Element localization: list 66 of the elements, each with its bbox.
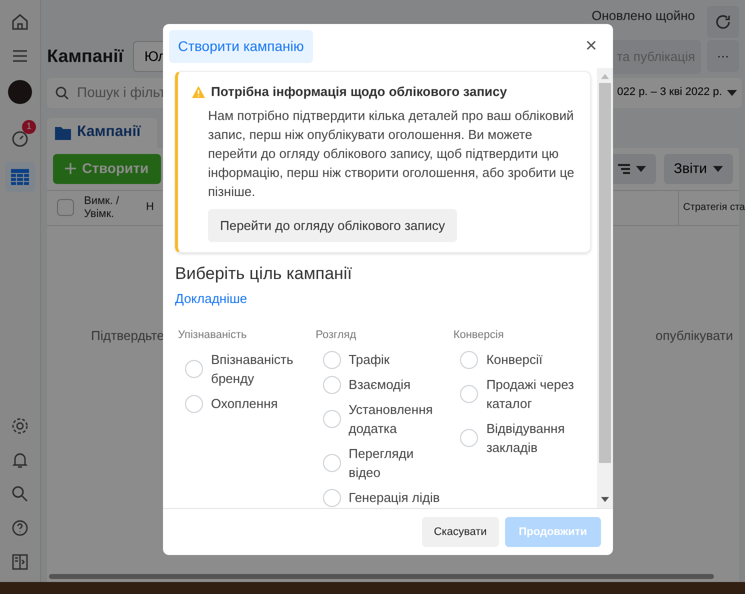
empty-state-text: Підтвердьте	[91, 326, 164, 345]
dialog-tab[interactable]: Створити кампанію	[169, 30, 313, 62]
plus-icon	[65, 163, 76, 174]
option-label: Продажі через каталог	[486, 376, 575, 413]
caret-icon	[713, 166, 723, 172]
column-header[interactable]: Вимк. / Увімк.	[84, 194, 146, 220]
select-all-checkbox[interactable]	[57, 199, 74, 216]
search-icon[interactable]	[10, 484, 30, 504]
refresh-button[interactable]	[707, 6, 739, 38]
option-label: Трафік	[348, 351, 390, 369]
learn-more-link[interactable]: Докладніше	[175, 290, 248, 306]
columns-icon	[618, 164, 630, 174]
option-label: Відвідування закладів	[486, 420, 566, 457]
page-title: Кампанії	[47, 45, 124, 68]
alert-title: Потрібна інформація щодо облікового запису	[211, 83, 508, 101]
option-label: Перегляди відео	[348, 445, 415, 482]
radio-button[interactable]	[322, 350, 341, 368]
home-icon[interactable]	[10, 12, 30, 32]
option-label: Установлення додатка	[348, 401, 434, 438]
avatar[interactable]	[8, 80, 32, 104]
radio-button[interactable]	[322, 410, 341, 428]
horizontal-scrollbar[interactable]	[49, 574, 714, 578]
updated-text: Оновлено щойно	[592, 8, 695, 23]
empty-state-text: опублікувати	[655, 326, 734, 345]
more-button[interactable]: ···	[707, 40, 739, 72]
option-label: Генерація лідів	[348, 489, 440, 507]
group-title: Упізнаваність	[178, 328, 248, 342]
column-header[interactable]: Стратегія ста	[678, 190, 745, 224]
radio-button[interactable]	[460, 385, 478, 403]
date-range-picker[interactable]: 022 р. – 3 кві 2022 р.	[612, 78, 742, 108]
scrollbar-thumb[interactable]	[599, 83, 611, 463]
option-label: Взаємодія	[348, 376, 411, 394]
group-title: Конверсія	[453, 328, 505, 342]
radio-button[interactable]	[460, 429, 478, 447]
radio-button[interactable]	[185, 394, 203, 412]
vertical-scrollbar[interactable]	[597, 68, 613, 508]
account-review-button[interactable]: Перейти до огляду облікового запису	[208, 208, 457, 242]
radio-button[interactable]	[322, 376, 341, 394]
refresh-icon	[716, 15, 730, 29]
group-title: Розгляд	[316, 328, 358, 342]
caret-icon	[636, 166, 646, 172]
alert-text: Нам потрібно підтвердити кілька деталей про ваш обліковий запис, перш ніж опублікувати оголошення. Ви можете перейти до огляду облікового запису, щоб підтвердити цю інформацію, перш ніж створити оголошення, або зробити це пізніше.	[207, 106, 576, 200]
folder-icon	[55, 126, 71, 140]
cancel-button[interactable]: Скасувати	[422, 516, 499, 548]
notification-badge: 1	[22, 120, 36, 134]
close-button[interactable]: ×	[585, 36, 597, 56]
option-label: Охоплення	[211, 395, 278, 413]
help-icon[interactable]	[10, 518, 30, 538]
settings-icon[interactable]	[10, 416, 30, 436]
scroll-down-icon[interactable]	[601, 497, 609, 502]
table-icon	[11, 169, 29, 185]
radio-button[interactable]	[322, 454, 341, 472]
table-nav-button[interactable]	[5, 162, 35, 192]
panel-icon[interactable]	[10, 552, 30, 572]
reports-button[interactable]: Звіти	[664, 154, 733, 184]
search-icon	[55, 86, 69, 100]
option-label: Впізнаваність бренду	[211, 351, 294, 388]
warning-icon	[192, 86, 205, 98]
radio-button[interactable]	[322, 488, 341, 506]
option-label: Конверсії	[486, 351, 543, 369]
caret-icon	[727, 90, 737, 96]
column-header[interactable]: Н	[146, 199, 154, 216]
radio-button[interactable]	[185, 360, 203, 378]
radio-button[interactable]	[460, 350, 478, 368]
campaigns-tab[interactable]: Кампанії	[47, 118, 157, 148]
section-heading: Виберіть ціль кампанії	[175, 263, 353, 285]
